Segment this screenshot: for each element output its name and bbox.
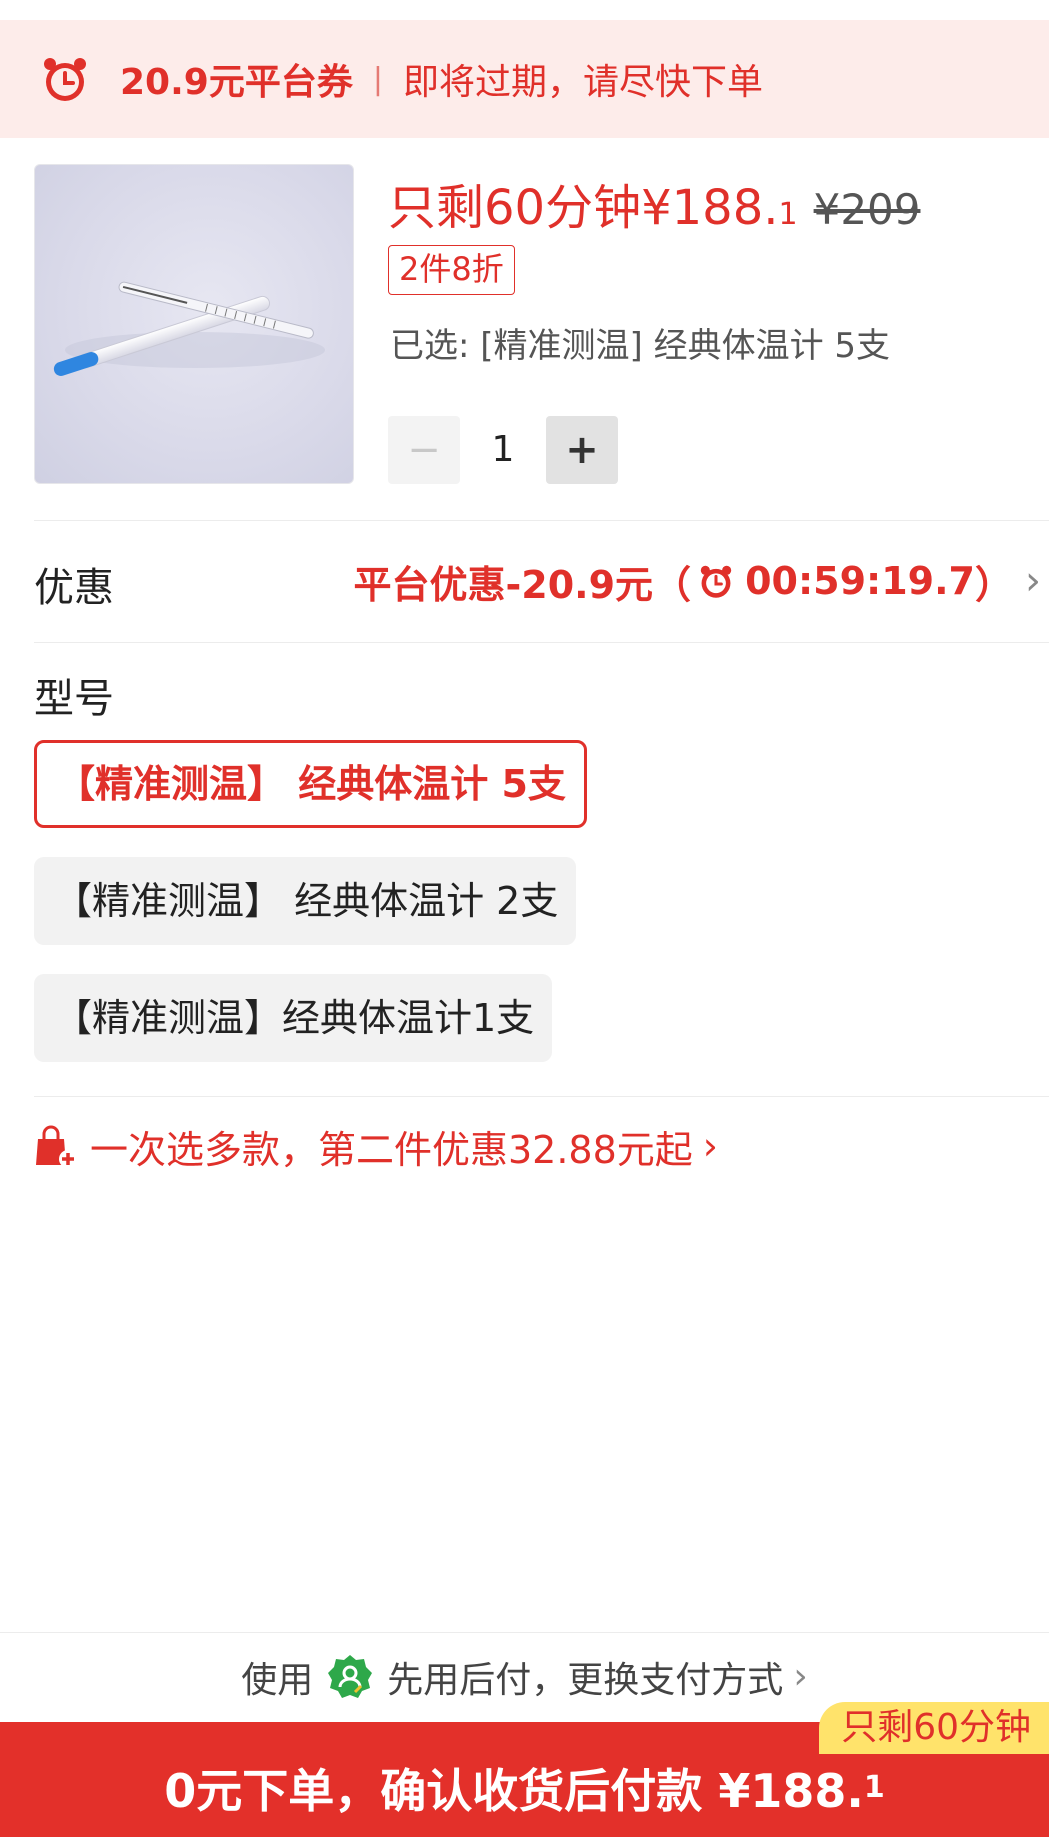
quantity-value[interactable]: 1 [460, 416, 546, 484]
multi-buy-text: 一次选多款，第二件优惠32.88元起 [90, 1127, 693, 1172]
thermometer-illustration [53, 281, 325, 376]
discount-countdown: 00:59:19.7 [745, 559, 975, 603]
cta-label: 0元下单，确认收货后付款 ¥188. [164, 1763, 864, 1818]
variant-option-2[interactable]: 【精准测温】 经典体温计 2支 [34, 857, 577, 945]
model-label: 型号 [34, 676, 114, 722]
coupon-expiry-banner: 20.9元平台券 | 即将过期，请尽快下单 [0, 20, 1049, 138]
bundle-discount-tag: 2件8折 [388, 245, 515, 295]
payment-prefix: 使用 [241, 1659, 314, 1701]
chevron-right-icon: › [1025, 558, 1041, 604]
sku-selector-sheet: 20.9元平台券 | 即将过期，请尽快下单 只剩60分钟¥188. 1 ¥209… [0, 0, 1049, 1837]
platform-discount-row[interactable]: 平台优惠-20.9元（ 00:59:19.7 ） › [353, 556, 1041, 607]
discount-suffix: ） [974, 562, 1013, 607]
original-price: ¥209 [813, 185, 921, 234]
quantity-decrease-button[interactable]: − [388, 416, 460, 484]
variant-option-5[interactable]: 【精准测温】 经典体温计 5支 [34, 740, 587, 828]
quantity-increase-button[interactable]: + [546, 416, 618, 484]
chevron-right-icon: › [702, 1124, 718, 1168]
coupon-amount: 20.9元平台券 [120, 62, 353, 103]
pay-later-shield-icon [328, 1654, 373, 1698]
discount-amount: 平台优惠-20.9元（ [353, 562, 692, 607]
alarm-clock-icon [700, 565, 732, 598]
product-image[interactable] [34, 164, 354, 484]
multi-buy-promo[interactable]: 一次选多款，第二件优惠32.88元起 › [32, 1118, 718, 1174]
divider [34, 1096, 1049, 1097]
chevron-right-icon: › [793, 1656, 808, 1697]
promo-price-decimal: 1 [778, 197, 798, 232]
price-line: 只剩60分钟¥188. 1 ¥209 [388, 168, 920, 238]
divider [34, 520, 1049, 521]
discount-label: 优惠 [34, 565, 114, 611]
promo-price: 只剩60分钟¥188. [388, 180, 779, 236]
banner-separator: | [372, 61, 383, 97]
variant-option-1[interactable]: 【精准测温】经典体温计1支 [34, 974, 553, 1062]
alarm-clock-icon [44, 58, 86, 101]
shopping-bag-plus-icon [36, 1125, 77, 1168]
divider [34, 642, 1049, 643]
selected-variant-text: 已选: [精准测温] 经典体温计 5支 [390, 326, 891, 366]
cta-price-decimal: 1 [863, 1770, 885, 1805]
payment-text: 先用后付，更换支付方式 [387, 1659, 784, 1701]
expiry-message: 即将过期，请尽快下单 [402, 62, 763, 103]
time-limit-badge: 只剩60分钟 [819, 1702, 1049, 1754]
